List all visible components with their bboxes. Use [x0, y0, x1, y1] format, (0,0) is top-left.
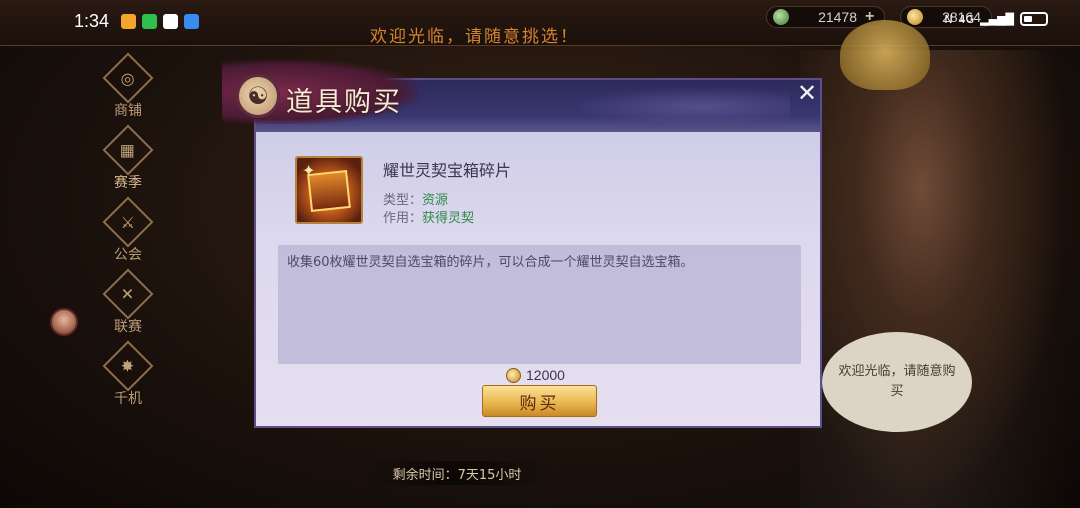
price-amount: 12000: [526, 367, 565, 383]
shop-emblem-icon: ◎: [102, 52, 154, 104]
buy-button[interactable]: 购买: [482, 385, 597, 417]
weibo-icon: [121, 13, 137, 29]
item-description: 收集60枚耀世灵契自选宝箱的碎片，可以合成一个耀世灵契自选宝箱。: [278, 245, 801, 364]
season-emblem-icon: ▦: [102, 124, 154, 176]
guild-emblem-icon: ⚔: [102, 196, 154, 248]
dialog-title: 道具购买: [286, 87, 402, 118]
clock: 1:34: [74, 10, 110, 31]
nav-league[interactable]: ✕ 联赛: [96, 268, 160, 348]
yin-yang-icon: ☯: [236, 74, 280, 118]
qianji-emblem-icon: ✸: [102, 340, 154, 392]
remaining-time: 剩余时间：7天15小时: [362, 461, 552, 485]
npc-speech-bubble: 欢迎光临，请随意购买: [822, 332, 972, 432]
system-indicators: N 4G ▂▄▆█: [944, 12, 1048, 26]
use-label: 作用：: [383, 211, 423, 226]
npc-mask: [840, 20, 930, 90]
network-type: 4G: [958, 12, 975, 26]
avatar[interactable]: [50, 308, 78, 336]
item-name: 耀世灵契宝箱碎片: [383, 161, 512, 180]
qq-icon: [163, 13, 179, 29]
wechat-icon: [142, 13, 158, 29]
nav-guild[interactable]: ⚔ 公会: [96, 196, 160, 276]
price: 12000: [506, 366, 565, 384]
type-label: 类型：: [383, 193, 423, 208]
left-nav: ◎ 商铺 ▦ 赛季 ⚔ 公会 ✕ 联赛 ✸ 千机: [96, 52, 160, 420]
sparkle-icon: ✦: [302, 161, 316, 180]
signal-icon: ▂▄▆█: [980, 12, 1014, 26]
use-value: 获得灵契: [422, 211, 475, 226]
battery-icon: [1020, 12, 1048, 26]
item-use: 作用：获得灵契: [383, 207, 474, 226]
item-type: 类型：资源: [383, 189, 448, 208]
type-value: 资源: [422, 193, 449, 208]
cloud-icon: [184, 13, 200, 29]
nav-shop[interactable]: ◎ 商铺: [96, 52, 160, 132]
nav-season[interactable]: ▦ 赛季: [96, 124, 160, 204]
npc-character: [800, 50, 1070, 508]
league-emblem-icon: ✕: [102, 268, 154, 320]
header-decoration: [570, 86, 790, 126]
nav-qianji[interactable]: ✸ 千机: [96, 340, 160, 420]
treasure-chest-icon: ✦: [295, 156, 363, 224]
nfc-icon: N: [944, 12, 953, 26]
close-button[interactable]: ✕: [796, 81, 818, 105]
coin-icon: [506, 367, 521, 383]
